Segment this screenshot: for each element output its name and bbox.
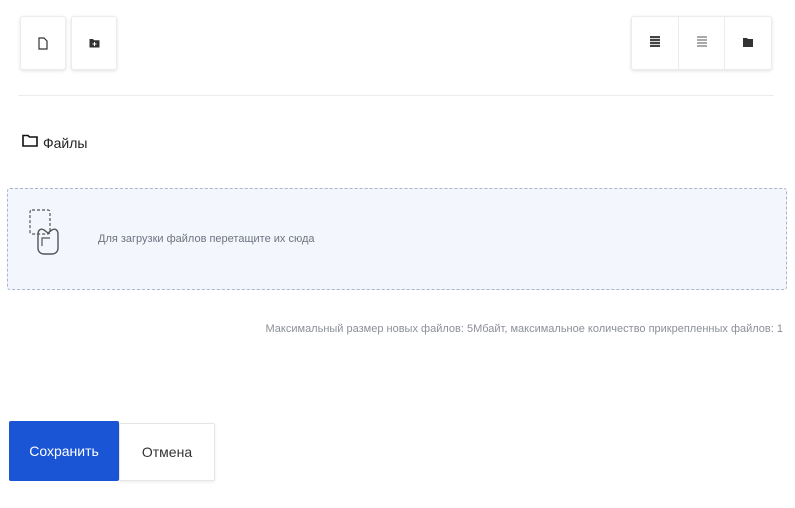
view-table-button[interactable]: [632, 17, 679, 69]
new-folder-button[interactable]: [71, 16, 117, 70]
table-view-icon: [649, 34, 660, 52]
upload-limits-note: Максимальный размер новых файлов: 5Мбайт…: [265, 323, 783, 335]
current-folder[interactable]: Файлы: [22, 134, 87, 152]
folder-plus-icon: [89, 38, 100, 48]
view-list-button[interactable]: [679, 17, 726, 69]
folder-view-icon: [743, 34, 754, 52]
file-icon: [38, 36, 48, 50]
drag-files-icon: [28, 208, 76, 275]
folder-icon: [22, 134, 38, 152]
view-folder-button[interactable]: [725, 17, 771, 69]
view-switcher: [631, 16, 772, 70]
file-dropzone[interactable]: Для загрузки файлов перетащите их сюда: [7, 188, 787, 290]
save-button[interactable]: Сохранить: [9, 421, 119, 481]
divider: [18, 95, 774, 96]
folder-label: Файлы: [43, 135, 88, 151]
list-view-icon: [696, 34, 707, 52]
cancel-button[interactable]: Отмена: [119, 423, 215, 481]
new-file-button[interactable]: [20, 16, 66, 70]
file-manager-form: Файлы Для загрузки файлов перетащите их …: [0, 0, 795, 508]
dropzone-text: Для загрузки файлов перетащите их сюда: [98, 233, 315, 245]
